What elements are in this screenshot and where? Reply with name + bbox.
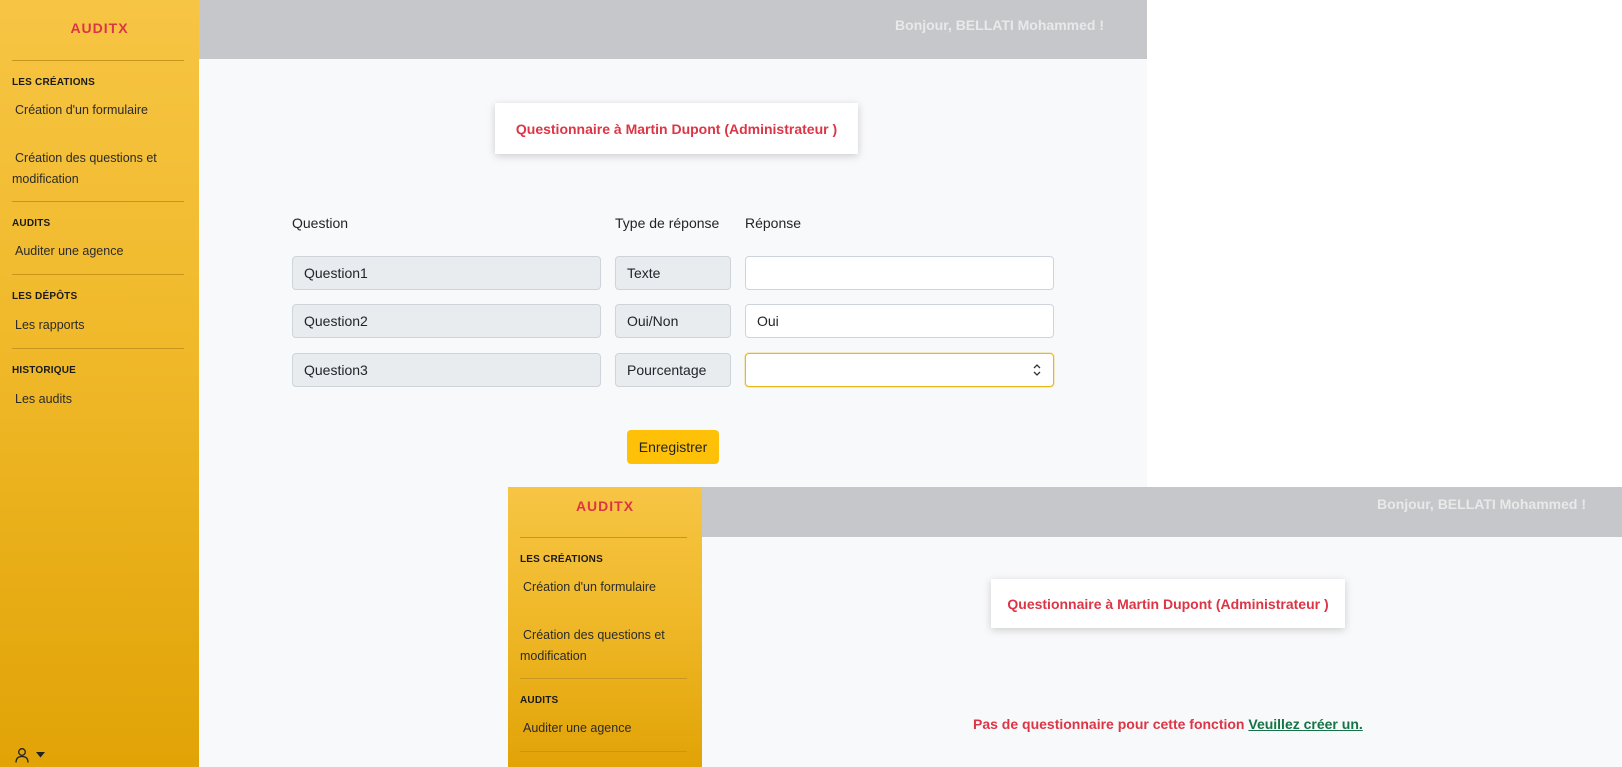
save-button[interactable]: Enregistrer [627, 430, 719, 464]
page-title: Questionnaire à Martin Dupont (Administr… [1007, 595, 1329, 612]
top-bar: Bonjour, BELLATI Mohammed ! [702, 487, 1622, 537]
empty-questionnaire-message: Pas de questionnaire pour cette fonction… [973, 716, 1363, 732]
answer-percentage-input[interactable] [745, 353, 1054, 387]
top-bar: Bonjour, BELLATI Mohammed ! [199, 0, 1147, 59]
page-title: Questionnaire à Martin Dupont (Administr… [515, 120, 838, 137]
user-menu[interactable] [14, 747, 45, 763]
sidebar-item-creation-questions[interactable]: Création des questions et modification [0, 148, 199, 190]
sidebar-divider [12, 274, 184, 275]
answer-text-input[interactable] [745, 256, 1054, 290]
sidebar-item-creation-formulaire[interactable]: Création d'un formulaire [508, 577, 702, 598]
answer-type-field: Oui/Non [615, 304, 731, 338]
sidebar-divider [520, 537, 687, 538]
secondary-screenshot: AUDITX LES CRÉATIONS Création d'un formu… [508, 487, 1622, 767]
section-title-creations: LES CRÉATIONS [520, 554, 603, 565]
section-title-depots: LES DÉPÔTS [12, 291, 78, 302]
sidebar-item-auditer-agence[interactable]: Auditer une agence [0, 241, 199, 262]
user-icon [15, 748, 29, 763]
column-header-answer: Réponse [745, 215, 802, 231]
sidebar-divider [520, 678, 687, 679]
sidebar-divider [12, 201, 184, 202]
question-field: Question1 [292, 256, 601, 290]
sidebar: AUDITX LES CRÉATIONS Création d'un formu… [0, 0, 199, 767]
caret-down-icon [36, 752, 45, 758]
answer-type-field: Pourcentage [615, 353, 731, 387]
sidebar: AUDITX LES CRÉATIONS Création d'un formu… [508, 487, 702, 767]
greeting-text: Bonjour, BELLATI Mohammed ! [1377, 496, 1586, 512]
brand-logo[interactable]: AUDITX [508, 487, 702, 537]
question-field: Question3 [292, 353, 601, 387]
section-title-creations: LES CRÉATIONS [12, 77, 95, 88]
section-title-audits: AUDITS [520, 695, 559, 706]
sidebar-item-rapports[interactable]: Les rapports [0, 315, 199, 336]
sidebar-item-creation-questions[interactable]: Création des questions et modification [508, 625, 702, 667]
sidebar-item-audits[interactable]: Les audits [0, 389, 199, 410]
sidebar-divider [12, 60, 184, 61]
column-header-question: Question [292, 215, 349, 231]
sidebar-item-auditer-agence[interactable]: Auditer une agence [508, 718, 702, 739]
questionnaire-title-card: Questionnaire à Martin Dupont (Administr… [495, 103, 858, 154]
question-field: Question2 [292, 304, 601, 338]
questionnaire-title-card: Questionnaire à Martin Dupont (Administr… [991, 579, 1345, 628]
answer-yesno-input[interactable]: Oui [745, 304, 1054, 338]
section-title-historique: HISTORIQUE [12, 365, 77, 376]
column-header-type: Type de réponse [615, 215, 720, 231]
create-questionnaire-link[interactable]: Veuillez créer un. [1248, 716, 1362, 732]
number-spinner-icon[interactable] [1033, 363, 1041, 377]
answer-type-field: Texte [615, 256, 731, 290]
sidebar-divider [12, 348, 184, 349]
sidebar-divider [520, 751, 687, 752]
section-title-audits: AUDITS [12, 218, 51, 229]
greeting-text: Bonjour, BELLATI Mohammed ! [895, 17, 1104, 33]
sidebar-item-creation-formulaire[interactable]: Création d'un formulaire [0, 100, 199, 121]
brand-logo[interactable]: AUDITX [0, 0, 199, 60]
